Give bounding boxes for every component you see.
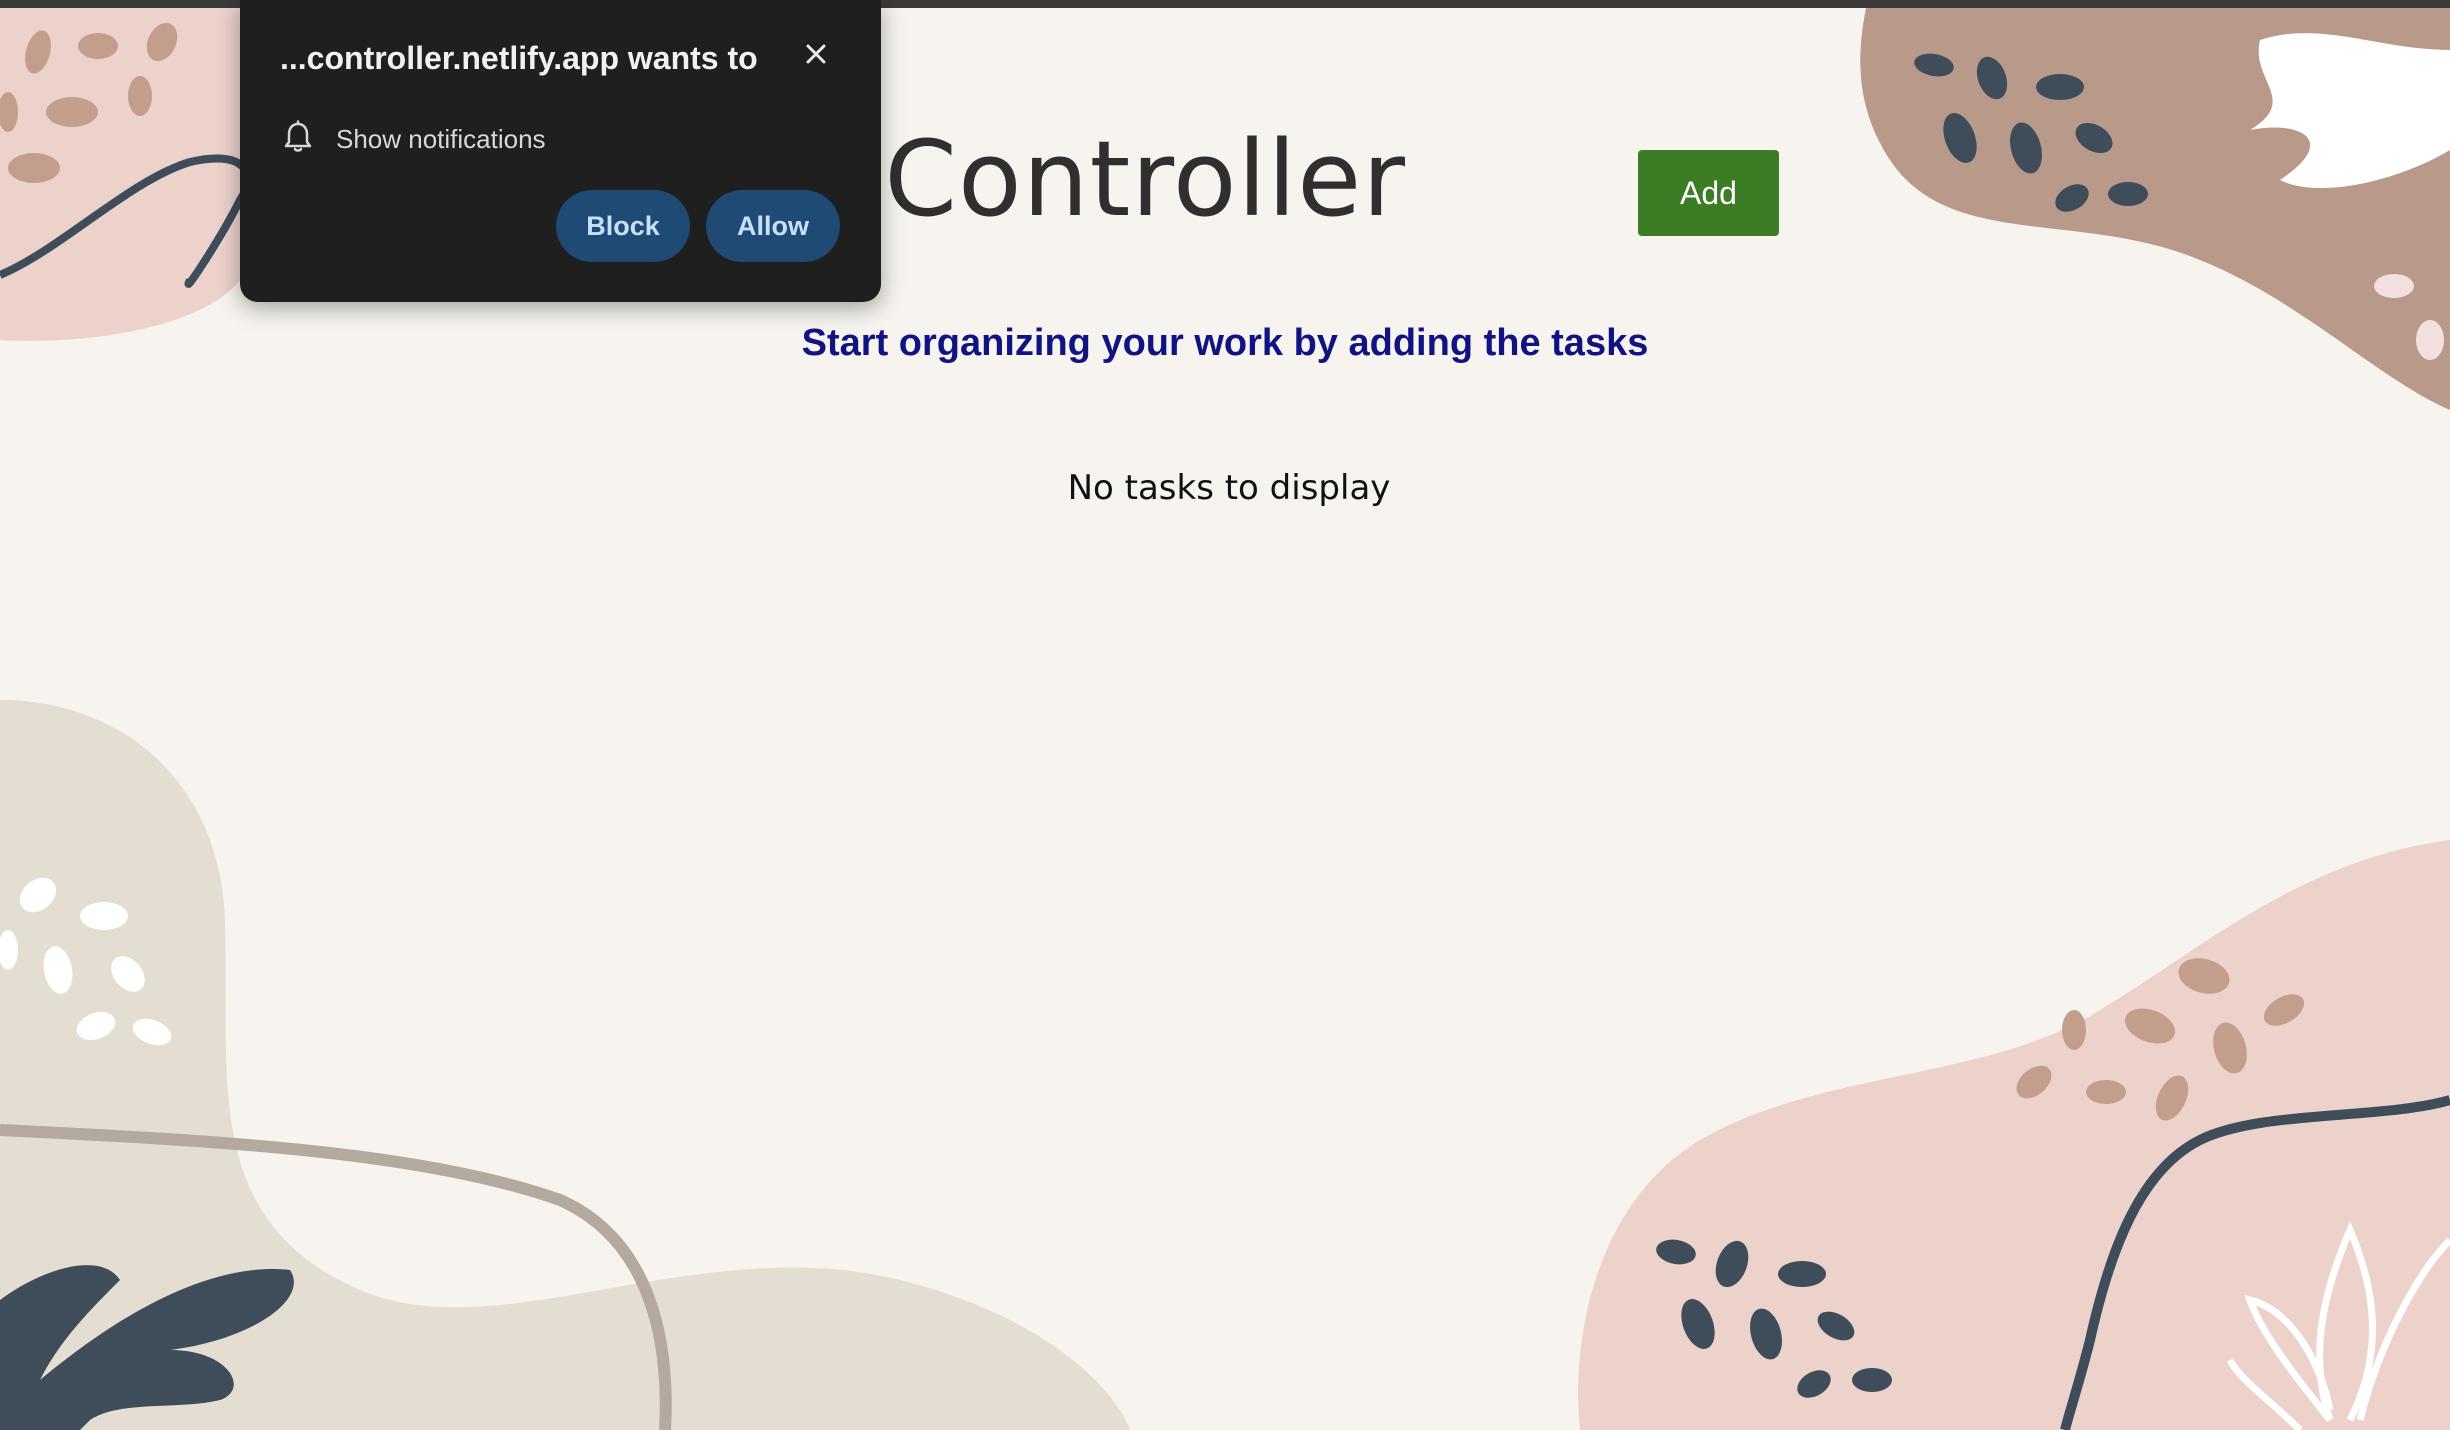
close-icon[interactable] [800, 38, 832, 70]
permission-row: Show notifications [282, 120, 546, 158]
bell-icon [282, 120, 314, 158]
permission-title: ...controller.netlify.app wants to [280, 40, 758, 76]
block-button[interactable]: Block [556, 190, 690, 262]
add-button[interactable]: Add [1638, 150, 1779, 236]
empty-tasks-message: No tasks to display [1067, 468, 1391, 508]
allow-button[interactable]: Allow [706, 190, 840, 262]
page-subtitle: Start organizing your work by adding the… [801, 322, 1649, 364]
permission-label: Show notifications [336, 123, 546, 154]
notification-permission-popup: ...controller.netlify.app wants to Show … [240, 0, 881, 302]
